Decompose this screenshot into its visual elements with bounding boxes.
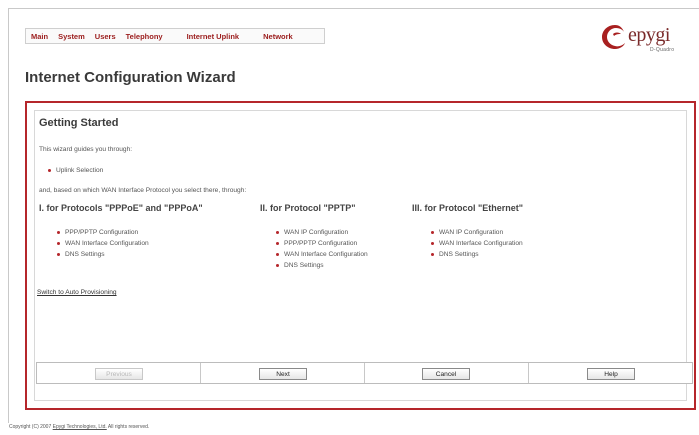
- button-bar-divider: [528, 363, 529, 383]
- switch-auto-provisioning-link[interactable]: Switch to Auto Provisioning: [37, 289, 117, 296]
- frame-left-border: [8, 8, 9, 423]
- bullet-icon: [276, 252, 279, 256]
- list-item: DNS Settings: [276, 262, 324, 269]
- button-bar-divider: [364, 363, 365, 383]
- list-item: DNS Settings: [431, 251, 479, 258]
- intro-bullet: Uplink Selection: [48, 167, 103, 174]
- bullet-label: Uplink Selection: [56, 167, 104, 174]
- column-heading-ethernet: III. for Protocol "Ethernet": [412, 203, 524, 213]
- frame-top-border: [8, 8, 699, 9]
- logo-swoosh-icon: [602, 25, 625, 49]
- section-heading: Getting Started: [39, 117, 119, 129]
- wizard-panel: Getting Started This wizard guides you t…: [25, 101, 696, 410]
- list-item: DNS Settings: [57, 251, 105, 258]
- bullet-label: WAN Interface Configuration: [439, 240, 523, 247]
- intro-text: This wizard guides you through:: [39, 146, 133, 153]
- copyright-footer: Copyright (C) 2007 Epygi Technologies, L…: [9, 424, 149, 430]
- menu-item-system[interactable]: System: [53, 32, 90, 41]
- list-item: WAN Interface Configuration: [57, 240, 149, 247]
- bullet-label: DNS Settings: [439, 251, 479, 258]
- bullet-label: DNS Settings: [65, 251, 105, 258]
- bullet-label: WAN Interface Configuration: [284, 251, 368, 258]
- bullet-label: PPP/PPTP Configuration: [65, 229, 139, 236]
- previous-button[interactable]: Previous: [95, 368, 143, 380]
- menu-item-main[interactable]: Main: [26, 32, 53, 41]
- menu-item-telephony[interactable]: Telephony: [121, 32, 168, 41]
- epygi-logo: epygi D-Quadro: [600, 22, 690, 56]
- bullet-icon: [276, 263, 279, 267]
- menu-item-internet-uplink[interactable]: Internet Uplink: [182, 32, 245, 41]
- bullet-icon: [48, 168, 51, 172]
- bullet-icon: [431, 241, 434, 245]
- bullet-icon: [57, 230, 60, 234]
- based-on-text: and, based on which WAN Interface Protoc…: [39, 187, 247, 194]
- bullet-label: DNS Settings: [284, 262, 324, 269]
- bullet-icon: [276, 230, 279, 234]
- copyright-suffix: All rights reserved.: [107, 424, 150, 430]
- next-button[interactable]: Next: [259, 368, 307, 380]
- bullet-icon: [276, 241, 279, 245]
- button-bar: Previous Next Cancel Help: [36, 362, 693, 384]
- menu-item-users[interactable]: Users: [90, 32, 121, 41]
- button-bar-divider: [200, 363, 201, 383]
- top-menu: Main System Users Telephony Internet Upl…: [25, 28, 325, 44]
- menu-item-network[interactable]: Network: [258, 32, 298, 41]
- list-item: WAN IP Configuration: [276, 229, 348, 236]
- list-item: PPP/PPTP Configuration: [57, 229, 138, 236]
- company-link[interactable]: Epygi Technologies, Ltd.: [53, 424, 107, 430]
- page-title: Internet Configuration Wizard: [25, 69, 236, 86]
- bullet-icon: [431, 230, 434, 234]
- bullet-icon: [431, 252, 434, 256]
- list-item: WAN IP Configuration: [431, 229, 503, 236]
- list-item: PPP/PPTP Configuration: [276, 240, 357, 247]
- bullet-label: PPP/PPTP Configuration: [284, 240, 358, 247]
- bullet-icon: [57, 241, 60, 245]
- list-item: WAN Interface Configuration: [431, 240, 523, 247]
- help-button[interactable]: Help: [587, 368, 635, 380]
- column-heading-pptp: II. for Protocol "PPTP": [260, 203, 356, 213]
- logo-wordmark: epygi: [628, 24, 670, 46]
- bullet-label: WAN Interface Configuration: [65, 240, 149, 247]
- bullet-icon: [57, 252, 60, 256]
- copyright-prefix: Copyright (C) 2007: [9, 424, 52, 430]
- column-heading-pppoe: I. for Protocols "PPPoE" and "PPPoA": [39, 203, 203, 213]
- cancel-button[interactable]: Cancel: [422, 368, 470, 380]
- bullet-label: WAN IP Configuration: [439, 229, 504, 236]
- list-item: WAN Interface Configuration: [276, 251, 368, 258]
- bullet-label: WAN IP Configuration: [284, 229, 349, 236]
- logo-subtitle: D-Quadro: [650, 47, 675, 53]
